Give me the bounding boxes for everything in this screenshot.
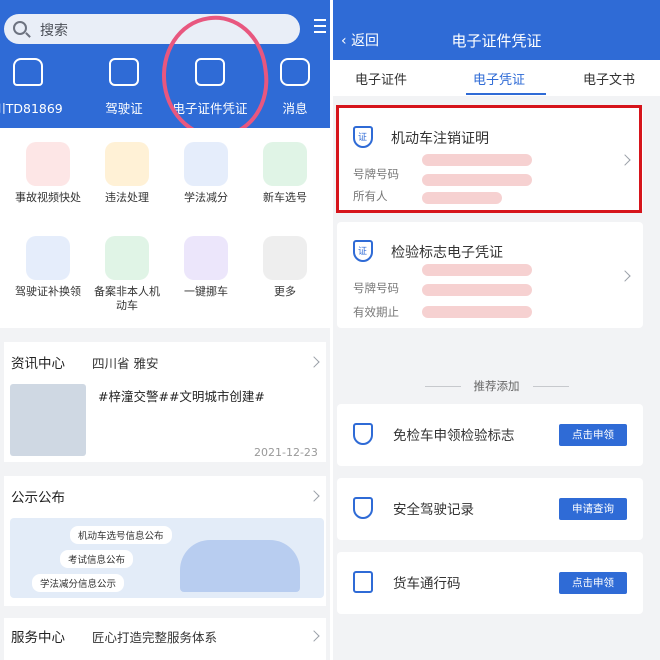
new-plate-icon	[263, 142, 307, 186]
public-section: 公示公布 机动车选号信息公布 考试信息公布 学法减分信息公示	[4, 476, 326, 606]
chevron-right-icon[interactable]	[308, 356, 320, 368]
plate-number: 川TD81869	[0, 101, 63, 116]
service-center-section: 服务中心 匠心打造完整服务体系	[4, 618, 326, 660]
chevron-right-icon	[619, 270, 631, 282]
service-center-subtitle: 匠心打造完整服务体系	[92, 630, 218, 645]
cert-title: 检验标志电子凭证	[391, 245, 503, 261]
news-image[interactable]	[10, 384, 86, 456]
public-pill[interactable]: 考试信息公布	[60, 550, 134, 568]
recommend-item-truck-pass[interactable]: 货车通行码 点击申领	[337, 552, 643, 614]
certificate-icon: 证	[353, 240, 373, 262]
highlight-box	[336, 105, 642, 213]
search-placeholder: 搜索	[40, 23, 68, 39]
service-new-plate[interactable]: 新车选号	[249, 142, 321, 205]
tab-bar: 电子证件 电子凭证 电子文书	[333, 60, 660, 96]
apply-button[interactable]: 点击申领	[559, 572, 627, 594]
shield-check-icon	[353, 497, 373, 519]
news-title: 资讯中心	[11, 356, 65, 372]
certificate-icon	[353, 423, 373, 445]
quick-license-label: 驾驶证	[105, 101, 143, 116]
more-icon	[263, 236, 307, 280]
violation-icon	[105, 142, 149, 186]
book-icon	[184, 142, 228, 186]
service-accident[interactable]: 事故视频快处	[12, 142, 84, 205]
item-title: 货车通行码	[393, 576, 461, 592]
quick-plate[interactable]: 川TD81869	[0, 58, 78, 118]
id-card-icon	[26, 236, 70, 280]
apply-button[interactable]: 点击申领	[559, 424, 627, 446]
menu-icon[interactable]	[314, 19, 326, 35]
service-license-renew[interactable]: 驾驶证补换领	[12, 236, 84, 299]
news-region[interactable]: 四川省 雅安	[92, 353, 158, 372]
right-header: ‹ 返回 电子证件凭证	[333, 0, 660, 60]
quick-message[interactable]: 消息	[272, 58, 318, 118]
tab-e-voucher[interactable]: 电子凭证	[473, 69, 525, 88]
service-more[interactable]: 更多	[249, 236, 321, 299]
public-pill[interactable]: 学法减分信息公示	[32, 574, 125, 592]
service-label: 学法减分	[184, 191, 228, 204]
query-button[interactable]: 申请查询	[559, 498, 627, 520]
search-icon	[13, 21, 27, 35]
cert-card-inspection[interactable]: 证 检验标志电子凭证 号牌号码 有效期止	[337, 222, 643, 328]
service-label: 更多	[274, 285, 296, 298]
service-grid: 事故视频快处 违法处理 学法减分 新车选号 驾驶证补换领 备案非本人机动车 一键…	[0, 128, 330, 328]
public-title: 公示公布	[11, 490, 65, 506]
tab-e-id[interactable]: 电子证件	[355, 69, 407, 88]
recommend-item-safe-driving[interactable]: 安全驾驶记录 申请查询	[337, 478, 643, 540]
tow-truck-icon	[184, 236, 228, 280]
quick-message-label: 消息	[282, 101, 308, 116]
item-title: 免检车申领检验标志	[393, 428, 515, 444]
alarm-icon	[26, 142, 70, 186]
cert-key: 有效期止	[353, 305, 399, 319]
public-banner[interactable]: 机动车选号信息公布 考试信息公布 学法减分信息公示	[10, 518, 324, 598]
cert-key: 号牌号码	[353, 281, 399, 295]
left-screen: 搜索 川TD81869 驾驶证 电子证件凭证 消息 事故视频快处 违法处理 学法…	[0, 0, 330, 660]
service-label: 驾驶证补换领	[15, 285, 81, 298]
quick-license[interactable]: 驾驶证	[86, 58, 162, 118]
active-tab-indicator	[466, 93, 546, 95]
service-violation[interactable]: 违法处理	[91, 142, 163, 205]
redacted-value	[422, 264, 532, 276]
right-screen: ‹ 返回 电子证件凭证 电子证件 电子凭证 电子文书 证 机动车注销证明 号牌号…	[333, 0, 660, 660]
divider	[533, 386, 569, 387]
truck-pass-icon	[353, 571, 373, 593]
license-icon	[109, 58, 139, 86]
service-center-title: 服务中心	[11, 630, 65, 646]
redacted-value	[422, 306, 532, 318]
service-label: 一键挪车	[184, 285, 228, 298]
service-label: 新车选号	[263, 191, 307, 204]
recommend-item-exempt[interactable]: 免检车申领检验标志 点击申领	[337, 404, 643, 466]
public-pill[interactable]: 机动车选号信息公布	[70, 526, 172, 544]
page-title: 电子证件凭证	[451, 32, 542, 50]
chevron-right-icon[interactable]	[308, 630, 320, 642]
illustration	[180, 540, 300, 592]
news-date: 2021-12-23	[254, 446, 318, 459]
service-move-car[interactable]: 一键挪车	[170, 236, 242, 299]
message-icon	[280, 58, 310, 86]
service-label: 备案非本人机动车	[94, 285, 160, 312]
service-study[interactable]: 学法减分	[170, 142, 242, 205]
chevron-right-icon[interactable]	[308, 490, 320, 502]
news-section: 资讯中心 四川省 雅安 #梓潼交警##文明城市创建# 2021-12-23	[4, 342, 326, 462]
car-icon	[13, 58, 43, 86]
service-label: 违法处理	[105, 191, 149, 204]
news-headline[interactable]: #梓潼交警##文明城市创建#	[98, 386, 265, 405]
redacted-value	[422, 284, 532, 296]
tab-e-document[interactable]: 电子文书	[583, 69, 635, 88]
service-label: 事故视频快处	[15, 191, 81, 204]
service-record[interactable]: 备案非本人机动车	[91, 236, 163, 313]
recommend-label: 推荐添加	[473, 379, 520, 393]
item-title: 安全驾驶记录	[393, 502, 474, 518]
record-shield-icon	[105, 236, 149, 280]
